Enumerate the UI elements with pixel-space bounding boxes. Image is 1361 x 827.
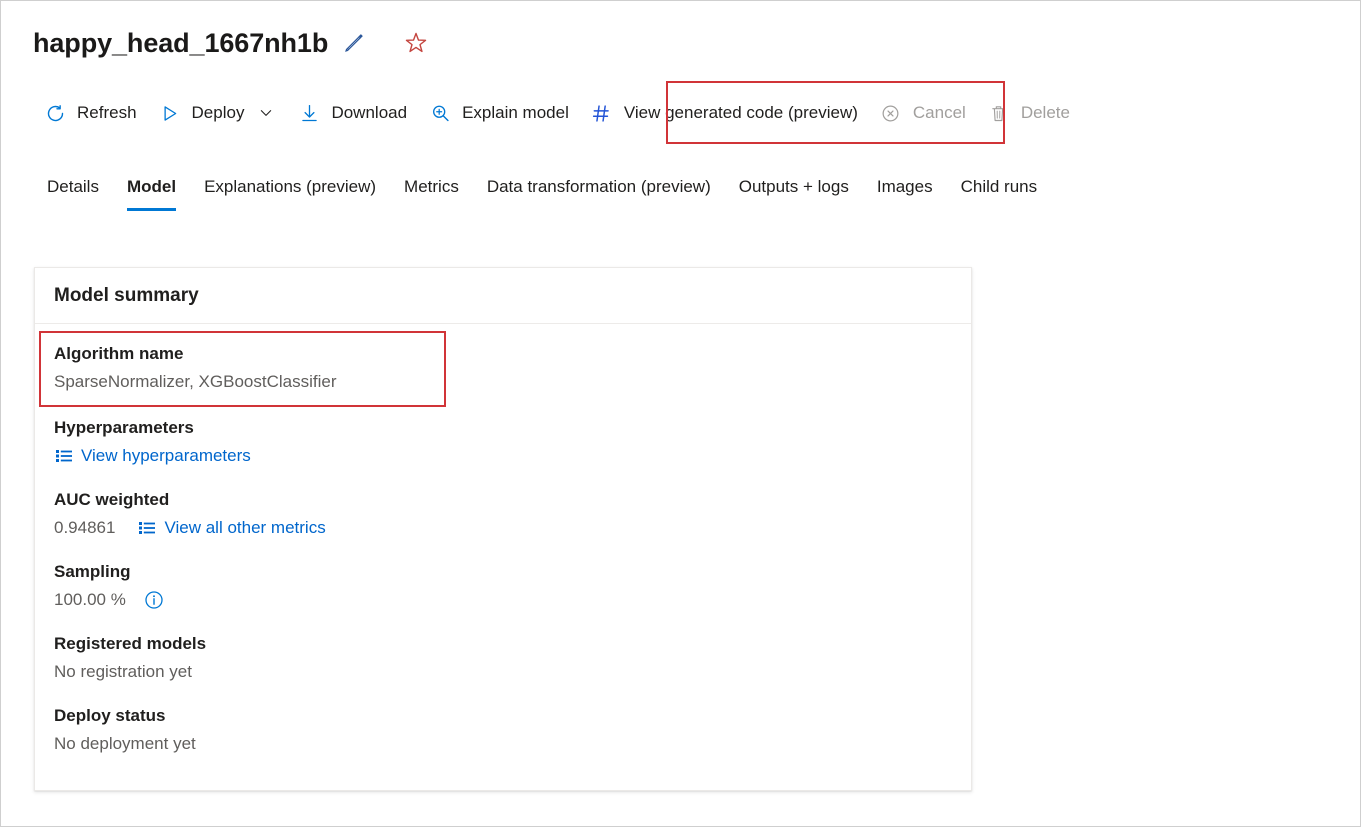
cancel-label: Cancel: [913, 103, 966, 123]
tab-details[interactable]: Details: [33, 173, 113, 211]
view-all-other-metrics-link[interactable]: View all other metrics: [137, 513, 325, 542]
explain-model-button[interactable]: Explain model: [418, 89, 580, 137]
command-bar: Refresh Deploy: [33, 89, 1081, 137]
tab-data-transformation[interactable]: Data transformation (preview): [473, 173, 725, 211]
deploy-status-value: No deployment yet: [54, 729, 952, 758]
deploy-status-label: Deploy status: [54, 702, 952, 729]
tab-explanations[interactable]: Explanations (preview): [190, 173, 390, 211]
play-icon: [159, 102, 181, 124]
registered-models-value: No registration yet: [54, 657, 952, 686]
title-row: happy_head_1667nh1b: [33, 23, 429, 63]
cancel-button: Cancel: [869, 89, 977, 137]
download-label: Download: [331, 103, 407, 123]
algorithm-name-value: SparseNormalizer, XGBoostClassifier: [54, 367, 952, 396]
tab-child-runs[interactable]: Child runs: [947, 173, 1052, 211]
delete-button: Delete: [977, 89, 1081, 137]
trash-icon: [988, 102, 1010, 124]
sampling-label: Sampling: [54, 558, 952, 585]
tab-images[interactable]: Images: [863, 173, 947, 211]
tab-outputs-logs[interactable]: Outputs + logs: [725, 173, 863, 211]
download-icon: [298, 102, 320, 124]
view-all-other-metrics-label: View all other metrics: [164, 513, 325, 542]
auc-weighted-label: AUC weighted: [54, 486, 952, 513]
pencil-icon[interactable]: [341, 30, 367, 56]
hyperparameters-label: Hyperparameters: [54, 414, 952, 441]
page-title: happy_head_1667nh1b: [33, 27, 328, 59]
star-icon[interactable]: [403, 30, 429, 56]
algorithm-name-label: Algorithm name: [54, 340, 952, 367]
model-summary-body: Algorithm name SparseNormalizer, XGBoost…: [35, 324, 971, 758]
list-icon: [54, 446, 73, 465]
refresh-icon: [44, 102, 66, 124]
chevron-down-icon[interactable]: [256, 103, 276, 123]
view-hyperparameters-link[interactable]: View hyperparameters: [54, 441, 251, 470]
sampling-value: 100.00 %: [54, 585, 126, 614]
hyperparameters-field: Hyperparameters View hyperparameters: [54, 414, 952, 470]
view-generated-code-button[interactable]: View generated code (preview): [580, 89, 869, 137]
magnifier-plus-icon: [429, 102, 451, 124]
sampling-field: Sampling 100.00 %: [54, 558, 952, 614]
refresh-button[interactable]: Refresh: [33, 89, 148, 137]
app-window: happy_head_1667nh1b Refresh: [0, 0, 1361, 827]
circle-x-icon: [880, 102, 902, 124]
model-summary-header: Model summary: [35, 268, 971, 324]
auc-weighted-row: 0.94861 View all ot: [54, 513, 952, 542]
deploy-label: Deploy: [192, 103, 245, 123]
list-icon: [137, 518, 156, 537]
view-hyperparameters-label: View hyperparameters: [81, 441, 251, 470]
download-button[interactable]: Download: [287, 89, 418, 137]
refresh-label: Refresh: [77, 103, 137, 123]
tab-model[interactable]: Model: [113, 173, 190, 211]
view-generated-code-label: View generated code (preview): [624, 103, 858, 123]
tab-metrics[interactable]: Metrics: [390, 173, 473, 211]
explain-model-label: Explain model: [462, 103, 569, 123]
delete-label: Delete: [1021, 103, 1070, 123]
model-summary-title: Model summary: [54, 285, 199, 307]
algorithm-name-field: Algorithm name SparseNormalizer, XGBoost…: [54, 340, 952, 396]
registered-models-field: Registered models No registration yet: [54, 630, 952, 686]
model-summary-card: Model summary Algorithm name SparseNorma…: [34, 267, 972, 791]
deploy-status-field: Deploy status No deployment yet: [54, 702, 952, 758]
hash-icon: [591, 102, 613, 124]
deploy-button[interactable]: Deploy: [148, 89, 288, 137]
auc-weighted-field: AUC weighted 0.94861: [54, 486, 952, 542]
sampling-row: 100.00 %: [54, 585, 952, 614]
tab-bar: Details Model Explanations (preview) Met…: [33, 173, 1051, 219]
auc-weighted-value: 0.94861: [54, 513, 115, 542]
registered-models-label: Registered models: [54, 630, 952, 657]
info-icon[interactable]: [144, 589, 165, 610]
